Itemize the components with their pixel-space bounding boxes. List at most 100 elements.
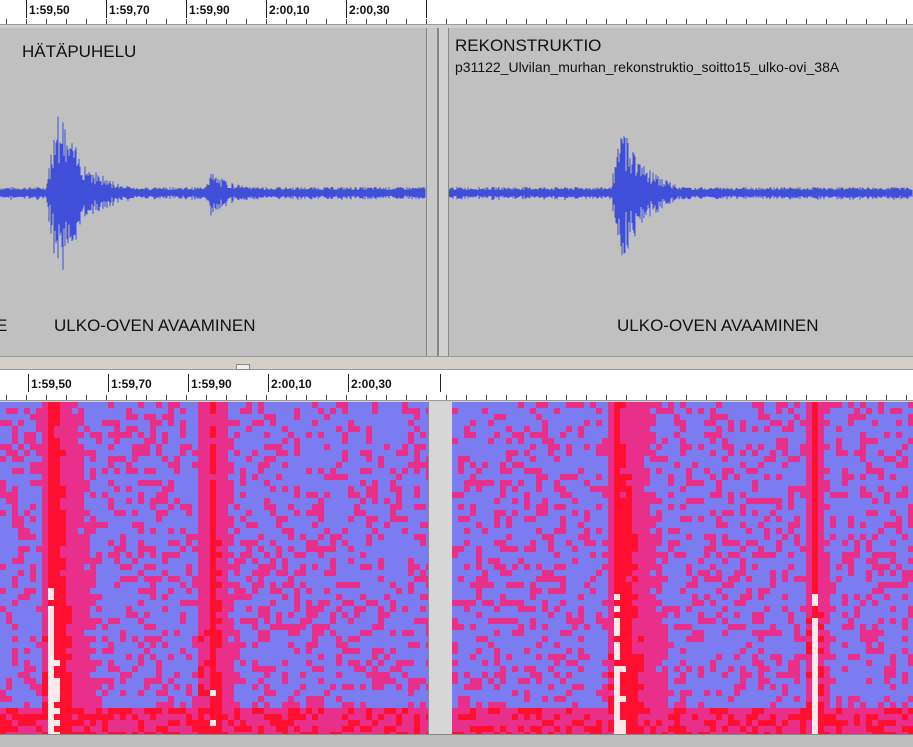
ruler-minor-tick [706, 395, 707, 400]
ruler-minor-tick [366, 395, 367, 400]
ruler-minor-tick [826, 19, 827, 24]
ruler-label: 1:59,70 [111, 377, 152, 391]
ruler-minor-tick [86, 395, 87, 400]
ruler-minor-tick [326, 395, 327, 400]
track-divider-2[interactable] [438, 28, 449, 356]
ruler-minor-tick [426, 19, 427, 24]
ruler-minor-tick [866, 19, 867, 24]
ruler-minor-tick [686, 19, 687, 24]
ruler-minor-tick [6, 395, 7, 400]
ruler-minor-tick [126, 19, 127, 24]
ruler-minor-tick [886, 395, 887, 400]
top-time-ruler[interactable]: 1:59,50 1:59,70 1:59,90 2:00,10 2:00,30 [0, 0, 913, 25]
ruler-minor-tick [466, 19, 467, 24]
ruler-minor-tick [106, 19, 107, 24]
ruler-minor-tick [286, 395, 287, 400]
ruler-label: 1:59,50 [31, 377, 72, 391]
ruler-tick [426, 0, 427, 18]
ruler-tick [346, 0, 347, 18]
ruler-tick [268, 374, 269, 392]
spectrogram-divider[interactable] [428, 402, 453, 734]
ruler-minor-tick [526, 395, 527, 400]
ruler-minor-tick [706, 19, 707, 24]
horizontal-scrollbar[interactable] [0, 734, 913, 747]
ruler-minor-tick [446, 395, 447, 400]
spectrogram-left[interactable] [0, 402, 428, 734]
ruler-minor-tick [906, 19, 907, 24]
waveform-path [0, 116, 426, 270]
ruler-minor-tick [186, 19, 187, 24]
ruler-minor-tick [226, 19, 227, 24]
ruler-minor-tick [546, 19, 547, 24]
ruler-label: 1:59,90 [191, 377, 232, 391]
ruler-tick [440, 374, 441, 392]
ruler-minor-tick [246, 19, 247, 24]
track-divider[interactable] [426, 28, 438, 356]
ruler-minor-tick [506, 19, 507, 24]
caption-left: ULKO-OVEN AVAAMINEN [54, 316, 256, 335]
ruler-minor-tick [6, 19, 7, 24]
waveform-path [448, 136, 913, 256]
ruler-tick [108, 374, 109, 392]
ruler-minor-tick [566, 395, 567, 400]
ruler-minor-tick [846, 19, 847, 24]
ruler-tick [26, 0, 27, 18]
caption-right: ULKO-OVEN AVAAMINEN [617, 316, 819, 335]
ruler-minor-tick [886, 19, 887, 24]
ruler-minor-tick [306, 19, 307, 24]
ruler-minor-tick [206, 395, 207, 400]
waveform-left [0, 116, 426, 270]
ruler-minor-tick [746, 395, 747, 400]
ruler-minor-tick [286, 19, 287, 24]
bottom-time-ruler[interactable]: 1:59,50 1:59,70 1:59,90 2:00,10 2:00,30 [0, 370, 913, 401]
waveform-track-left[interactable]: HÄTÄPUHELU E ULKO-OVEN AVAAMINEN [0, 28, 426, 356]
ruler-tick [348, 374, 349, 392]
track-title-left: HÄTÄPUHELU [22, 42, 137, 61]
ruler-label: 1:59,70 [109, 3, 150, 17]
ruler-minor-tick [566, 19, 567, 24]
ruler-minor-tick [626, 395, 627, 400]
ruler-minor-tick [386, 19, 387, 24]
ruler-minor-tick [906, 395, 907, 400]
ruler-minor-tick [406, 395, 407, 400]
ruler-minor-tick [166, 19, 167, 24]
spectrogram-image-left [0, 402, 428, 734]
ruler-minor-tick [806, 19, 807, 24]
ruler-minor-tick [306, 395, 307, 400]
ruler-label: 2:00,30 [351, 377, 392, 391]
ruler-minor-tick [726, 19, 727, 24]
ruler-minor-tick [146, 19, 147, 24]
ruler-minor-tick [646, 19, 647, 24]
ruler-minor-tick [546, 395, 547, 400]
ruler-minor-tick [86, 19, 87, 24]
spectrogram-right[interactable] [452, 402, 913, 734]
ruler-minor-tick [46, 395, 47, 400]
ruler-minor-tick [346, 395, 347, 400]
ruler-minor-tick [726, 395, 727, 400]
ruler-minor-tick [786, 19, 787, 24]
panel-separator[interactable] [0, 356, 913, 370]
ruler-minor-tick [486, 19, 487, 24]
ruler-minor-tick [446, 19, 447, 24]
ruler-minor-tick [466, 395, 467, 400]
ruler-minor-tick [346, 19, 347, 24]
ruler-minor-tick [666, 395, 667, 400]
ruler-minor-tick [26, 19, 27, 24]
ruler-minor-tick [186, 395, 187, 400]
ruler-minor-tick [586, 395, 587, 400]
ruler-minor-tick [826, 395, 827, 400]
ruler-minor-tick [606, 19, 607, 24]
ruler-label: 2:00,30 [349, 3, 390, 17]
edge-caption-left: E [0, 316, 8, 335]
ruler-minor-tick [206, 19, 207, 24]
ruler-minor-tick [686, 395, 687, 400]
ruler-minor-tick [606, 395, 607, 400]
ruler-label: 2:00,10 [269, 3, 310, 17]
ruler-minor-tick [66, 19, 67, 24]
ruler-minor-tick [866, 395, 867, 400]
track-filename-right: p31122_Ulvilan_murhan_rekonstruktio_soit… [455, 59, 840, 75]
ruler-minor-tick [746, 19, 747, 24]
ruler-minor-tick [766, 19, 767, 24]
waveform-track-right[interactable]: REKONSTRUKTIO p31122_Ulvilan_murhan_reko… [448, 28, 913, 356]
waveform-right [448, 136, 913, 256]
